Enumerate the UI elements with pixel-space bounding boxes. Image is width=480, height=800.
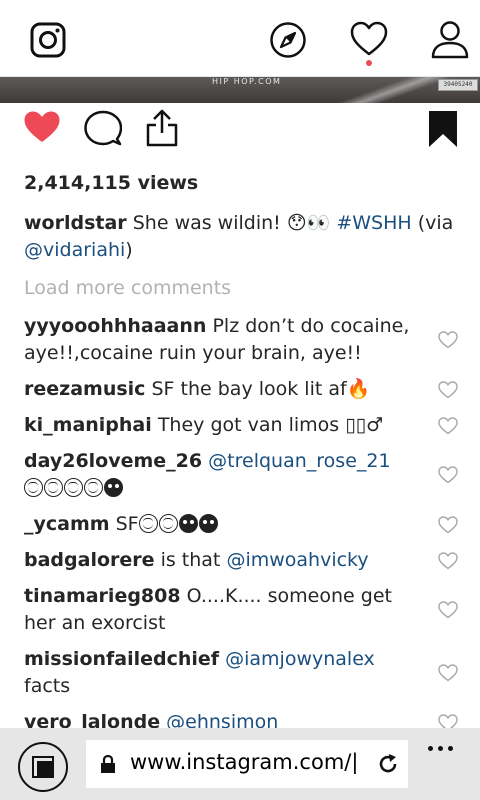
comment-like-icon[interactable]	[438, 416, 458, 435]
comment-item: missionfailedchief @iamjowynalex facts	[0, 646, 480, 700]
joy-emoji-icon	[138, 514, 158, 533]
joy-emoji-icon	[64, 478, 83, 497]
post-caption: worldstar She was wildin! 😯👀 #WSHH (via …	[24, 210, 464, 264]
skull-emoji-icon	[178, 514, 198, 533]
comment-item: _ycamm SF	[0, 511, 480, 538]
caption-hashtag[interactable]: #WSHH	[336, 212, 411, 234]
comment-username[interactable]: ki_maniphai	[24, 414, 152, 436]
skull-emoji-icon	[198, 514, 218, 533]
comment-mention[interactable]: @imwoahvicky	[226, 549, 368, 571]
comment-text: SF	[115, 513, 139, 535]
profile-icon[interactable]	[430, 19, 470, 59]
more-icon[interactable]	[428, 736, 458, 751]
comment-item: tinamarieg808 O....K.... someone get her…	[0, 583, 480, 637]
post-media[interactable]: HIP HOP.COM 39405240	[0, 77, 480, 103]
skull-emoji-icon	[104, 478, 123, 497]
comment-username[interactable]: badgalorere	[24, 549, 155, 571]
comment-username[interactable]: tinamarieg808	[24, 585, 181, 607]
comment-like-icon[interactable]	[438, 331, 458, 349]
reload-icon[interactable]	[376, 752, 400, 776]
media-watermark: HIP HOP.COM	[212, 77, 282, 86]
view-count: 2,414,115 views	[24, 172, 199, 194]
activity-heart-icon[interactable]	[349, 20, 389, 58]
address-bar[interactable]: www.instagram.com/|	[86, 740, 408, 788]
comment-like-icon[interactable]	[438, 380, 458, 399]
comment-item: reezamusic SF the bay look lit af🔥	[0, 376, 480, 403]
comment-like-icon[interactable]	[438, 601, 458, 619]
comment-text: SF the bay look lit af🔥	[151, 378, 371, 400]
comment-text: They got van limos ▯▯♂	[157, 414, 384, 436]
joy-emoji-icon	[158, 514, 178, 533]
comment-icon[interactable]	[84, 110, 122, 146]
comment-item: badgalorere is that @imwoahvicky	[0, 547, 480, 574]
media-badge: 39405240	[438, 79, 478, 91]
post-actions	[0, 103, 480, 153]
comment-text: facts	[24, 675, 71, 697]
comment-mention[interactable]: @trelquan_rose_21	[208, 450, 390, 472]
caption-via: (via	[417, 212, 454, 234]
comment-like-icon[interactable]	[438, 515, 458, 534]
caption-via-close: )	[125, 239, 133, 261]
url-text[interactable]: www.instagram.com/|	[130, 750, 358, 774]
notification-dot	[366, 60, 372, 66]
comment-like-icon[interactable]	[438, 466, 458, 484]
comment-text: is that	[160, 549, 221, 571]
load-more-comments[interactable]: Load more comments	[24, 277, 231, 299]
comment-item: ki_maniphai They got van limos ▯▯♂	[0, 412, 480, 439]
lock-icon	[101, 754, 115, 773]
comment-username[interactable]: _ycamm	[24, 513, 110, 535]
comment-username[interactable]: missionfailedchief	[24, 648, 219, 670]
compass-icon[interactable]	[269, 21, 307, 59]
share-icon[interactable]	[145, 107, 179, 147]
caption-text: She was wildin! 😯👀	[132, 212, 331, 234]
caption-mention[interactable]: @vidariahi	[24, 239, 125, 261]
top-nav-bar	[0, 0, 480, 77]
joy-emoji-icon	[24, 478, 43, 497]
comment-username[interactable]: reezamusic	[24, 378, 145, 400]
comment-item: yyyooohhhaaann Plz don’t do cocaine, aye…	[0, 313, 480, 367]
caption-username[interactable]: worldstar	[24, 212, 127, 234]
comment-username[interactable]: yyyooohhhaaann	[24, 315, 206, 337]
tabs-icon[interactable]	[18, 742, 68, 792]
comment-mention[interactable]: @iamjowynalex	[225, 648, 375, 670]
instagram-icon[interactable]	[30, 22, 66, 58]
bookmark-icon[interactable]	[428, 110, 458, 148]
comment-username[interactable]: day26loveme_26	[24, 450, 202, 472]
comment-item: day26loveme_26 @trelquan_rose_21	[0, 448, 480, 502]
browser-toolbar: www.instagram.com/|	[0, 728, 480, 800]
comment-list: yyyooohhhaaann Plz don’t do cocaine, aye…	[0, 313, 480, 745]
joy-emoji-icon	[84, 478, 103, 497]
comment-like-icon[interactable]	[438, 551, 458, 570]
comment-like-icon[interactable]	[438, 664, 458, 682]
joy-emoji-icon	[44, 478, 63, 497]
like-icon[interactable]	[23, 110, 61, 144]
